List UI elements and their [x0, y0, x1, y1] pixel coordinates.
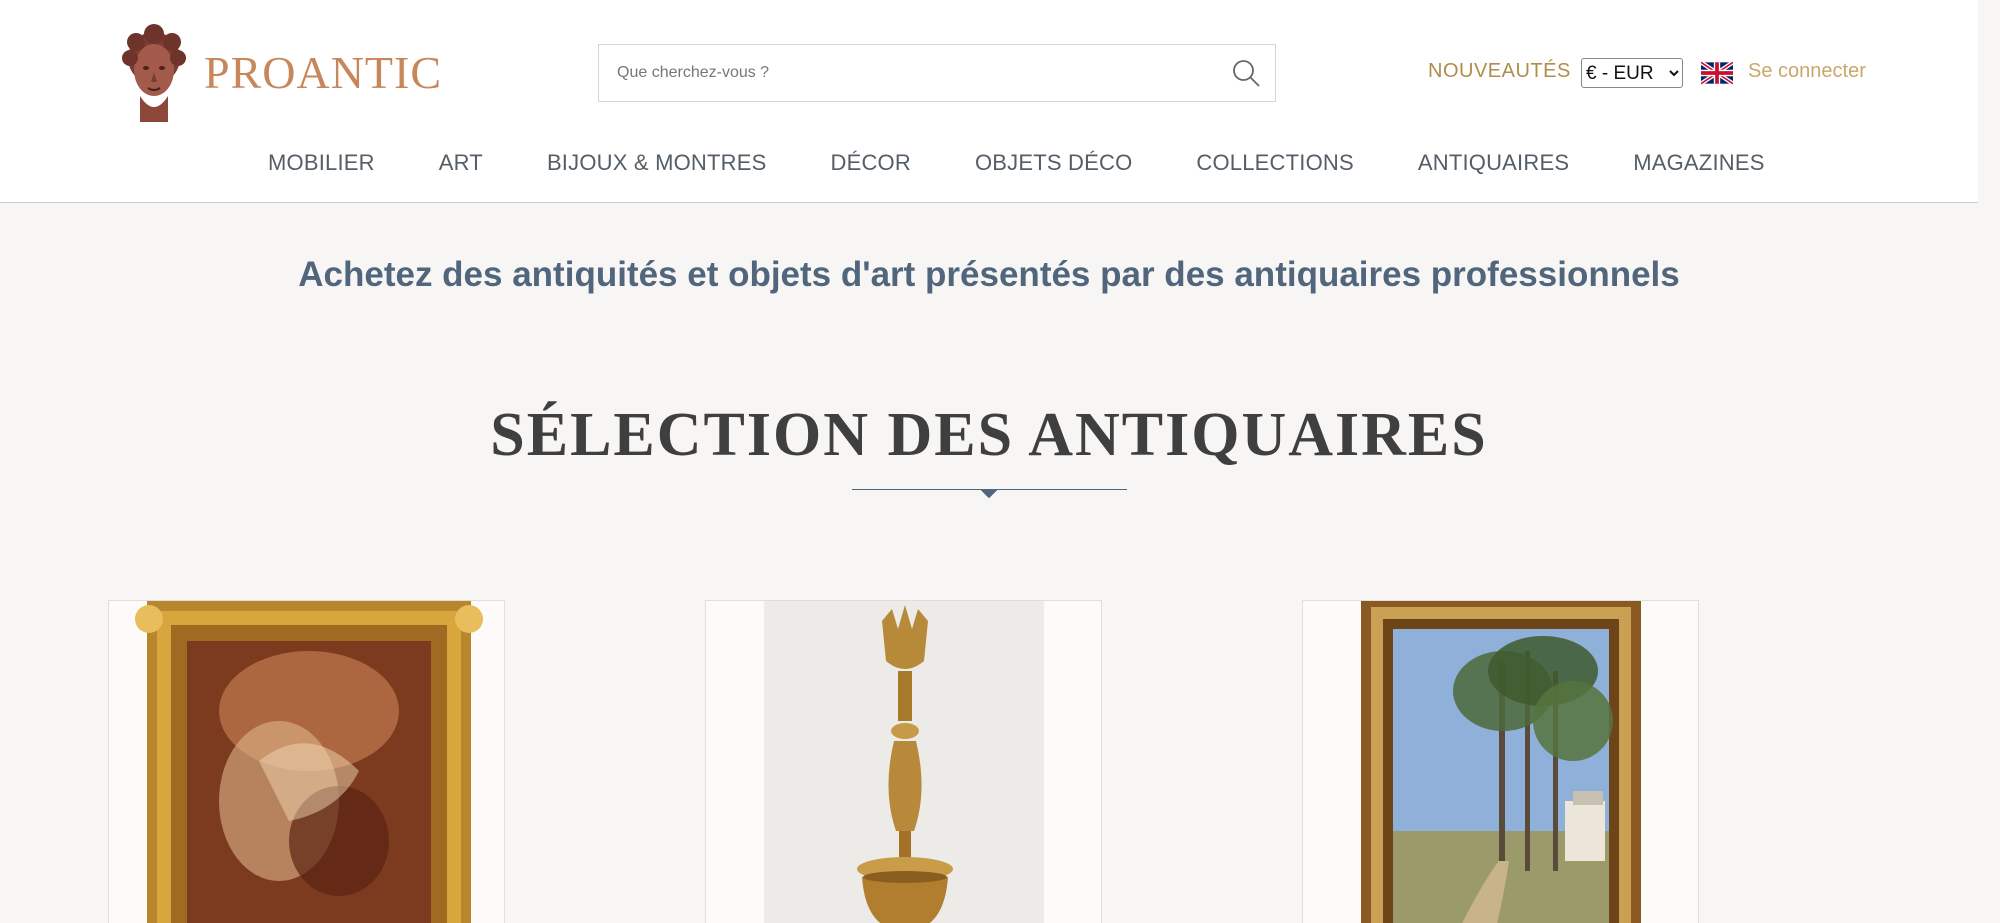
currency-select[interactable]: € - EUR: [1581, 58, 1683, 88]
search-input[interactable]: [599, 45, 1217, 101]
site-header: PROANTIC NOUVEAUTÉS € - EUR Se connecter…: [0, 0, 1978, 203]
product-card[interactable]: [1302, 600, 1699, 923]
nav-item-mobilier[interactable]: MOBILIER: [268, 150, 375, 176]
nouveautes-link[interactable]: NOUVEAUTÉS: [1428, 60, 1571, 83]
nav-item-objets-deco[interactable]: OBJETS DÉCO: [975, 150, 1132, 176]
product-image-landscape-painting: [1303, 601, 1698, 923]
nav-item-decor[interactable]: DÉCOR: [831, 150, 911, 176]
product-card[interactable]: [108, 600, 505, 923]
search-icon: [1233, 60, 1260, 87]
section-title: SÉLECTION DES ANTIQUAIRES: [490, 401, 1488, 469]
product-carousel: [108, 600, 1848, 923]
product-image-brass-candlestick: [706, 601, 1101, 923]
uk-flag-icon[interactable]: [1701, 60, 1733, 86]
main-nav: MOBILIER ART BIJOUX & MONTRES DÉCOR OBJE…: [108, 124, 1848, 202]
nav-item-bijoux-montres[interactable]: BIJOUX & MONTRES: [547, 150, 767, 176]
section-divider: [852, 489, 1127, 490]
nav-item-art[interactable]: ART: [439, 150, 483, 176]
logo-text: PROANTIC: [204, 46, 443, 98]
nav-item-magazines[interactable]: MAGAZINES: [1633, 150, 1764, 176]
nav-item-collections[interactable]: COLLECTIONS: [1196, 150, 1353, 176]
login-link[interactable]: Se connecter: [1748, 60, 1866, 83]
classical-head-logo-icon: [122, 24, 186, 122]
product-image-baroque-painting: [109, 601, 504, 923]
divider-diamond: [981, 482, 998, 499]
page-tagline: Achetez des antiquités et objets d'art p…: [298, 255, 1680, 294]
product-card[interactable]: [705, 600, 1102, 923]
nav-item-antiquaires[interactable]: ANTIQUAIRES: [1418, 150, 1569, 176]
site-logo[interactable]: PROANTIC: [110, 22, 455, 122]
search-button[interactable]: [1217, 45, 1275, 101]
search-bar: [598, 44, 1276, 102]
